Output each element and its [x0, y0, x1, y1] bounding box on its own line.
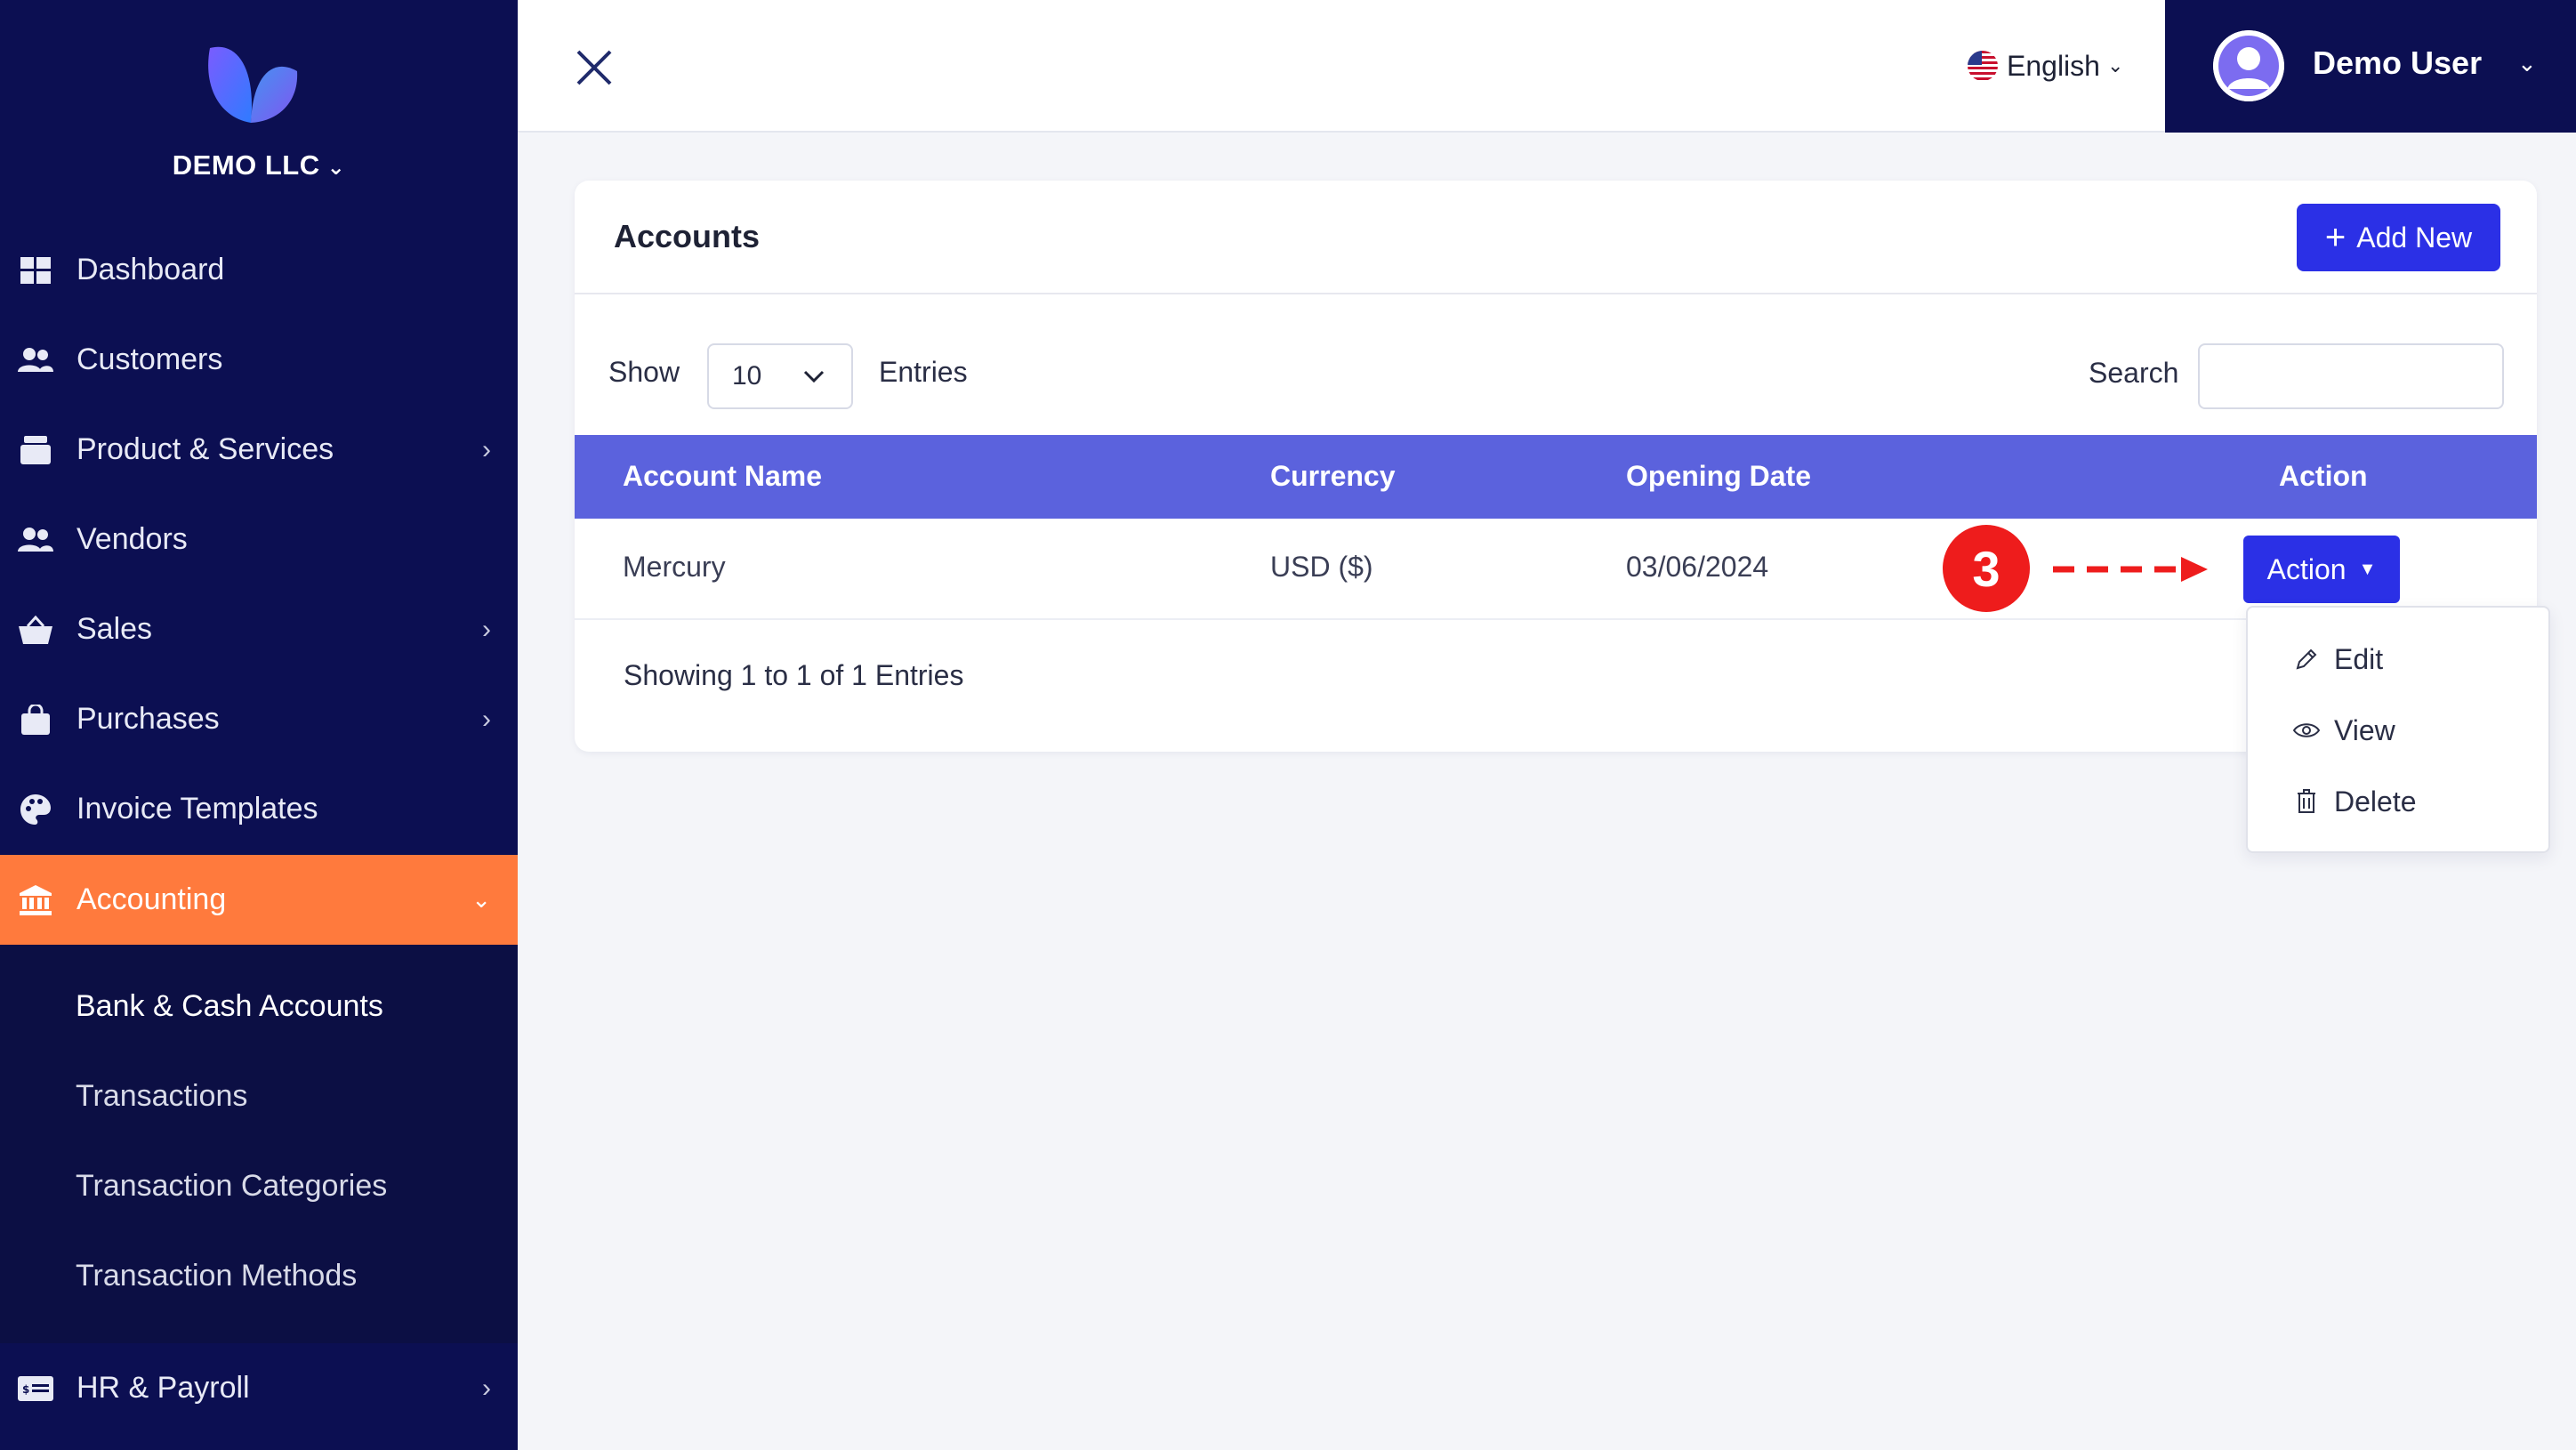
chevron-down-icon: ⌄ — [326, 156, 346, 180]
submenu-item-bank-cash-accounts[interactable]: Bank & Cash Accounts — [76, 989, 383, 1024]
dropdown-item-edit[interactable]: Edit — [2248, 627, 2550, 691]
entries-label: Entries — [879, 356, 968, 388]
sidebar-item-dashboard[interactable]: Dashboard — [0, 225, 518, 315]
accounts-card: Accounts + Add New Show 10 Entries Searc… — [575, 181, 2537, 752]
cell-opening-date: 03/06/2024 — [1626, 551, 1769, 583]
show-label: Show — [608, 356, 680, 388]
chevron-down-icon — [803, 365, 825, 390]
sidebar-item-hr-payroll[interactable]: $ HR & Payroll › — [0, 1343, 518, 1433]
avatar — [2213, 30, 2284, 101]
entries-per-page-select[interactable]: 10 — [707, 343, 853, 409]
sidebar-item-label: HR & Payroll — [76, 1371, 250, 1405]
trash-icon — [2292, 787, 2321, 816]
column-header-currency[interactable]: Currency — [1270, 460, 1396, 493]
column-header-account-name[interactable]: Account Name — [623, 460, 822, 493]
users-icon — [18, 342, 53, 378]
chevron-right-icon: › — [482, 1373, 491, 1403]
search-label: Search — [2089, 357, 2179, 389]
sidebar-item-accounting[interactable]: Accounting ⌄ — [0, 855, 518, 945]
company-name: DEMO LLC — [172, 149, 320, 181]
step-number-badge: 3 — [1943, 525, 2030, 612]
page-title: Accounts — [614, 218, 761, 254]
search-input[interactable] — [2198, 343, 2504, 409]
submenu-item-transactions[interactable]: Transactions — [76, 1079, 247, 1114]
dashed-arrow-icon — [2051, 552, 2211, 587]
box-icon — [18, 432, 53, 468]
sidebar-item-label: Product & Services — [76, 432, 334, 466]
company-logo — [201, 41, 301, 130]
user-menu[interactable]: Demo User ⌄ — [2165, 0, 2576, 133]
sidebar-item-label: Purchases — [76, 702, 220, 736]
chevron-down-icon: ⌄ — [2517, 50, 2537, 77]
payroll-card-icon: $ — [18, 1371, 53, 1406]
sidebar-item-invoice-templates[interactable]: Invoice Templates — [0, 764, 518, 854]
sidebar-item-sales[interactable]: Sales › — [0, 584, 518, 674]
sidebar-item-label: Sales — [76, 612, 153, 646]
chevron-right-icon: › — [482, 434, 491, 464]
chevron-right-icon: › — [482, 704, 491, 734]
sidebar-item-label: Dashboard — [76, 253, 225, 286]
add-new-button[interactable]: + Add New — [2297, 204, 2500, 271]
sidebar-item-label: Vendors — [76, 522, 188, 556]
sidebar-item-product-services[interactable]: Product & Services › — [0, 405, 518, 495]
sidebar-item-label: Invoice Templates — [76, 792, 318, 826]
palette-icon — [18, 792, 53, 827]
language-label: English — [2007, 49, 2100, 82]
company-switcher[interactable]: DEMO LLC ⌄ — [0, 149, 518, 181]
action-dropdown-menu: Edit View Delete — [2246, 606, 2550, 853]
pencil-icon — [2292, 645, 2321, 673]
sidebar-item-label: Customers — [76, 342, 223, 376]
column-header-opening-date[interactable]: Opening Date — [1626, 460, 1811, 493]
shopping-bag-icon — [18, 702, 53, 737]
accounting-submenu: Bank & Cash Accounts Transactions Transa… — [0, 945, 518, 1343]
bank-icon — [18, 882, 53, 918]
dropdown-item-view[interactable]: View — [2248, 698, 2550, 762]
sidebar: DEMO LLC ⌄ Dashboard Customers Product & … — [0, 0, 518, 1450]
chevron-right-icon: › — [482, 614, 491, 644]
dropdown-item-label: Edit — [2334, 642, 2384, 675]
plus-icon: + — [2324, 218, 2347, 257]
submenu-item-transaction-methods[interactable]: Transaction Methods — [76, 1259, 357, 1293]
dropdown-item-label: Delete — [2334, 785, 2417, 818]
users-icon — [18, 522, 53, 558]
close-icon[interactable] — [575, 48, 614, 87]
language-selector[interactable]: English ⌄ — [1968, 44, 2123, 87]
chevron-down-icon: ⌄ — [2106, 54, 2124, 77]
sidebar-item-vendors[interactable]: Vendors — [0, 495, 518, 584]
sidebar-item-purchases[interactable]: Purchases › — [0, 674, 518, 764]
entries-per-page-value: 10 — [732, 361, 762, 391]
chevron-down-icon: ⌄ — [471, 886, 491, 913]
basket-icon — [18, 612, 53, 648]
action-dropdown-button[interactable]: Action ▼ — [2243, 536, 2400, 603]
submenu-item-transaction-categories[interactable]: Transaction Categories — [76, 1169, 387, 1204]
pagination-info: Showing 1 to 1 of 1 Entries — [624, 659, 964, 691]
add-new-label: Add New — [2356, 221, 2473, 254]
action-button-label: Action — [2266, 552, 2347, 585]
cell-currency: USD ($) — [1270, 551, 1373, 583]
sidebar-item-customers[interactable]: Customers — [0, 315, 518, 405]
dropdown-item-label: View — [2334, 713, 2395, 746]
column-header-action: Action — [2279, 460, 2368, 492]
dropdown-item-delete[interactable]: Delete — [2248, 769, 2550, 834]
table-header: Account Name Currency Opening Date Actio… — [575, 435, 2537, 519]
eye-icon — [2292, 716, 2321, 745]
svg-text:$: $ — [22, 1383, 29, 1396]
divider — [575, 293, 2537, 294]
dashboard-grid-icon — [18, 253, 53, 288]
cell-account-name: Mercury — [623, 551, 726, 583]
sidebar-item-label: Accounting — [76, 882, 227, 916]
user-name: Demo User — [2313, 44, 2483, 81]
table-row: Mercury USD ($) 03/06/2024 Action ▼ — [575, 519, 2537, 620]
caret-down-icon: ▼ — [2358, 559, 2377, 579]
us-flag-icon — [1968, 51, 1998, 81]
